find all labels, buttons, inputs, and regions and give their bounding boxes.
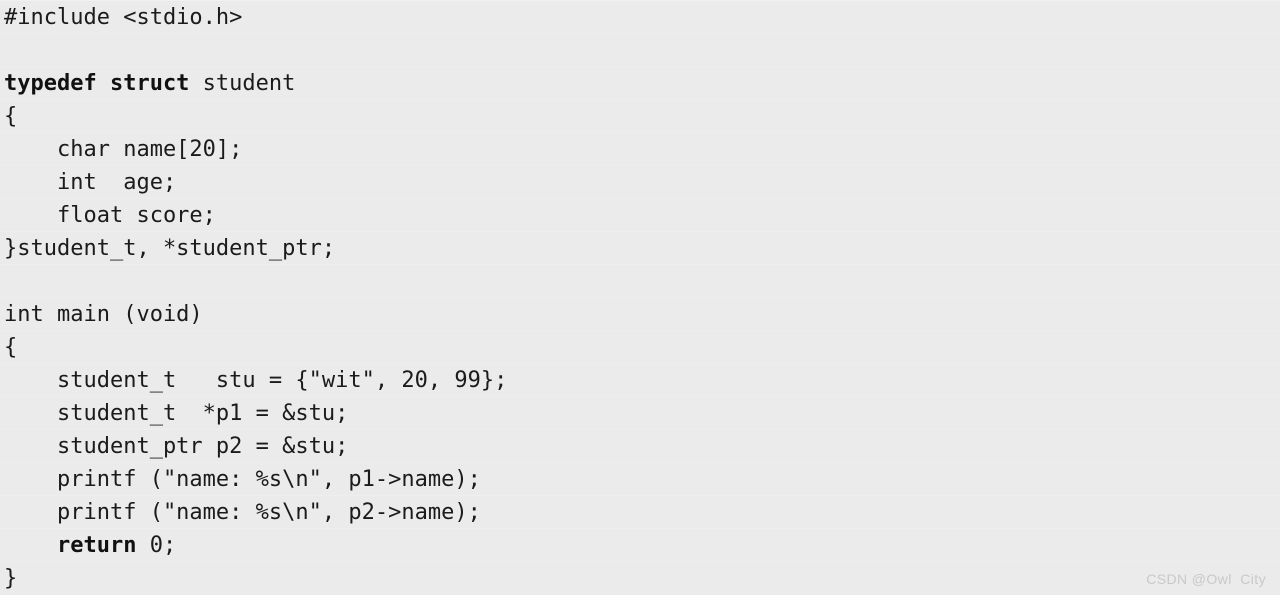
code-lines: #include <stdio.h> typedef struct student… (0, 0, 1280, 594)
code-line: return 0; (0, 528, 1280, 561)
code-text: printf ("name: %s\n", p1->name); (4, 467, 481, 492)
code-text: student_t stu = {"wit", 20, 99}; (4, 368, 508, 393)
code-keyword: return (56, 533, 137, 558)
code-line: printf ("name: %s\n", p2->name); (0, 495, 1280, 528)
code-text: 0; (136, 533, 177, 558)
code-text: char name[20]; (4, 137, 243, 162)
code-block: #include <stdio.h> typedef struct student… (0, 0, 1280, 595)
code-keyword: typedef struct (4, 71, 190, 96)
code-line: { (0, 99, 1280, 132)
code-line: int age; (0, 165, 1280, 198)
code-line: student_t stu = {"wit", 20, 99}; (0, 363, 1280, 396)
code-text: printf ("name: %s\n", p2->name); (4, 500, 481, 525)
code-line (0, 33, 1280, 66)
code-line: }student_t, *student_ptr; (0, 231, 1280, 264)
code-text: int age; (4, 170, 177, 195)
code-line: printf ("name: %s\n", p1->name); (0, 462, 1280, 495)
code-text: student_ptr p2 = &stu; (4, 434, 349, 459)
code-line: char name[20]; (0, 132, 1280, 165)
code-line: student_t *p1 = &stu; (0, 396, 1280, 429)
code-line: { (0, 330, 1280, 363)
code-line: #include <stdio.h> (0, 0, 1280, 33)
watermark: CSDN @Owl City (1146, 571, 1266, 587)
code-text: #include <stdio.h> (4, 5, 243, 30)
code-text: int main (void) (4, 302, 203, 327)
code-text: { (4, 335, 18, 360)
code-line: int main (void) (0, 297, 1280, 330)
code-line: } (0, 561, 1280, 594)
code-text: }student_t, *student_ptr; (4, 236, 336, 261)
code-text: student (189, 71, 296, 96)
code-line: float score; (0, 198, 1280, 231)
code-line: typedef struct student (0, 66, 1280, 99)
code-text: { (4, 104, 18, 129)
code-line (0, 264, 1280, 297)
code-text: student_t *p1 = &stu; (4, 401, 349, 426)
code-text: } (4, 566, 18, 591)
code-line: student_ptr p2 = &stu; (0, 429, 1280, 462)
code-text: float score; (4, 203, 216, 228)
